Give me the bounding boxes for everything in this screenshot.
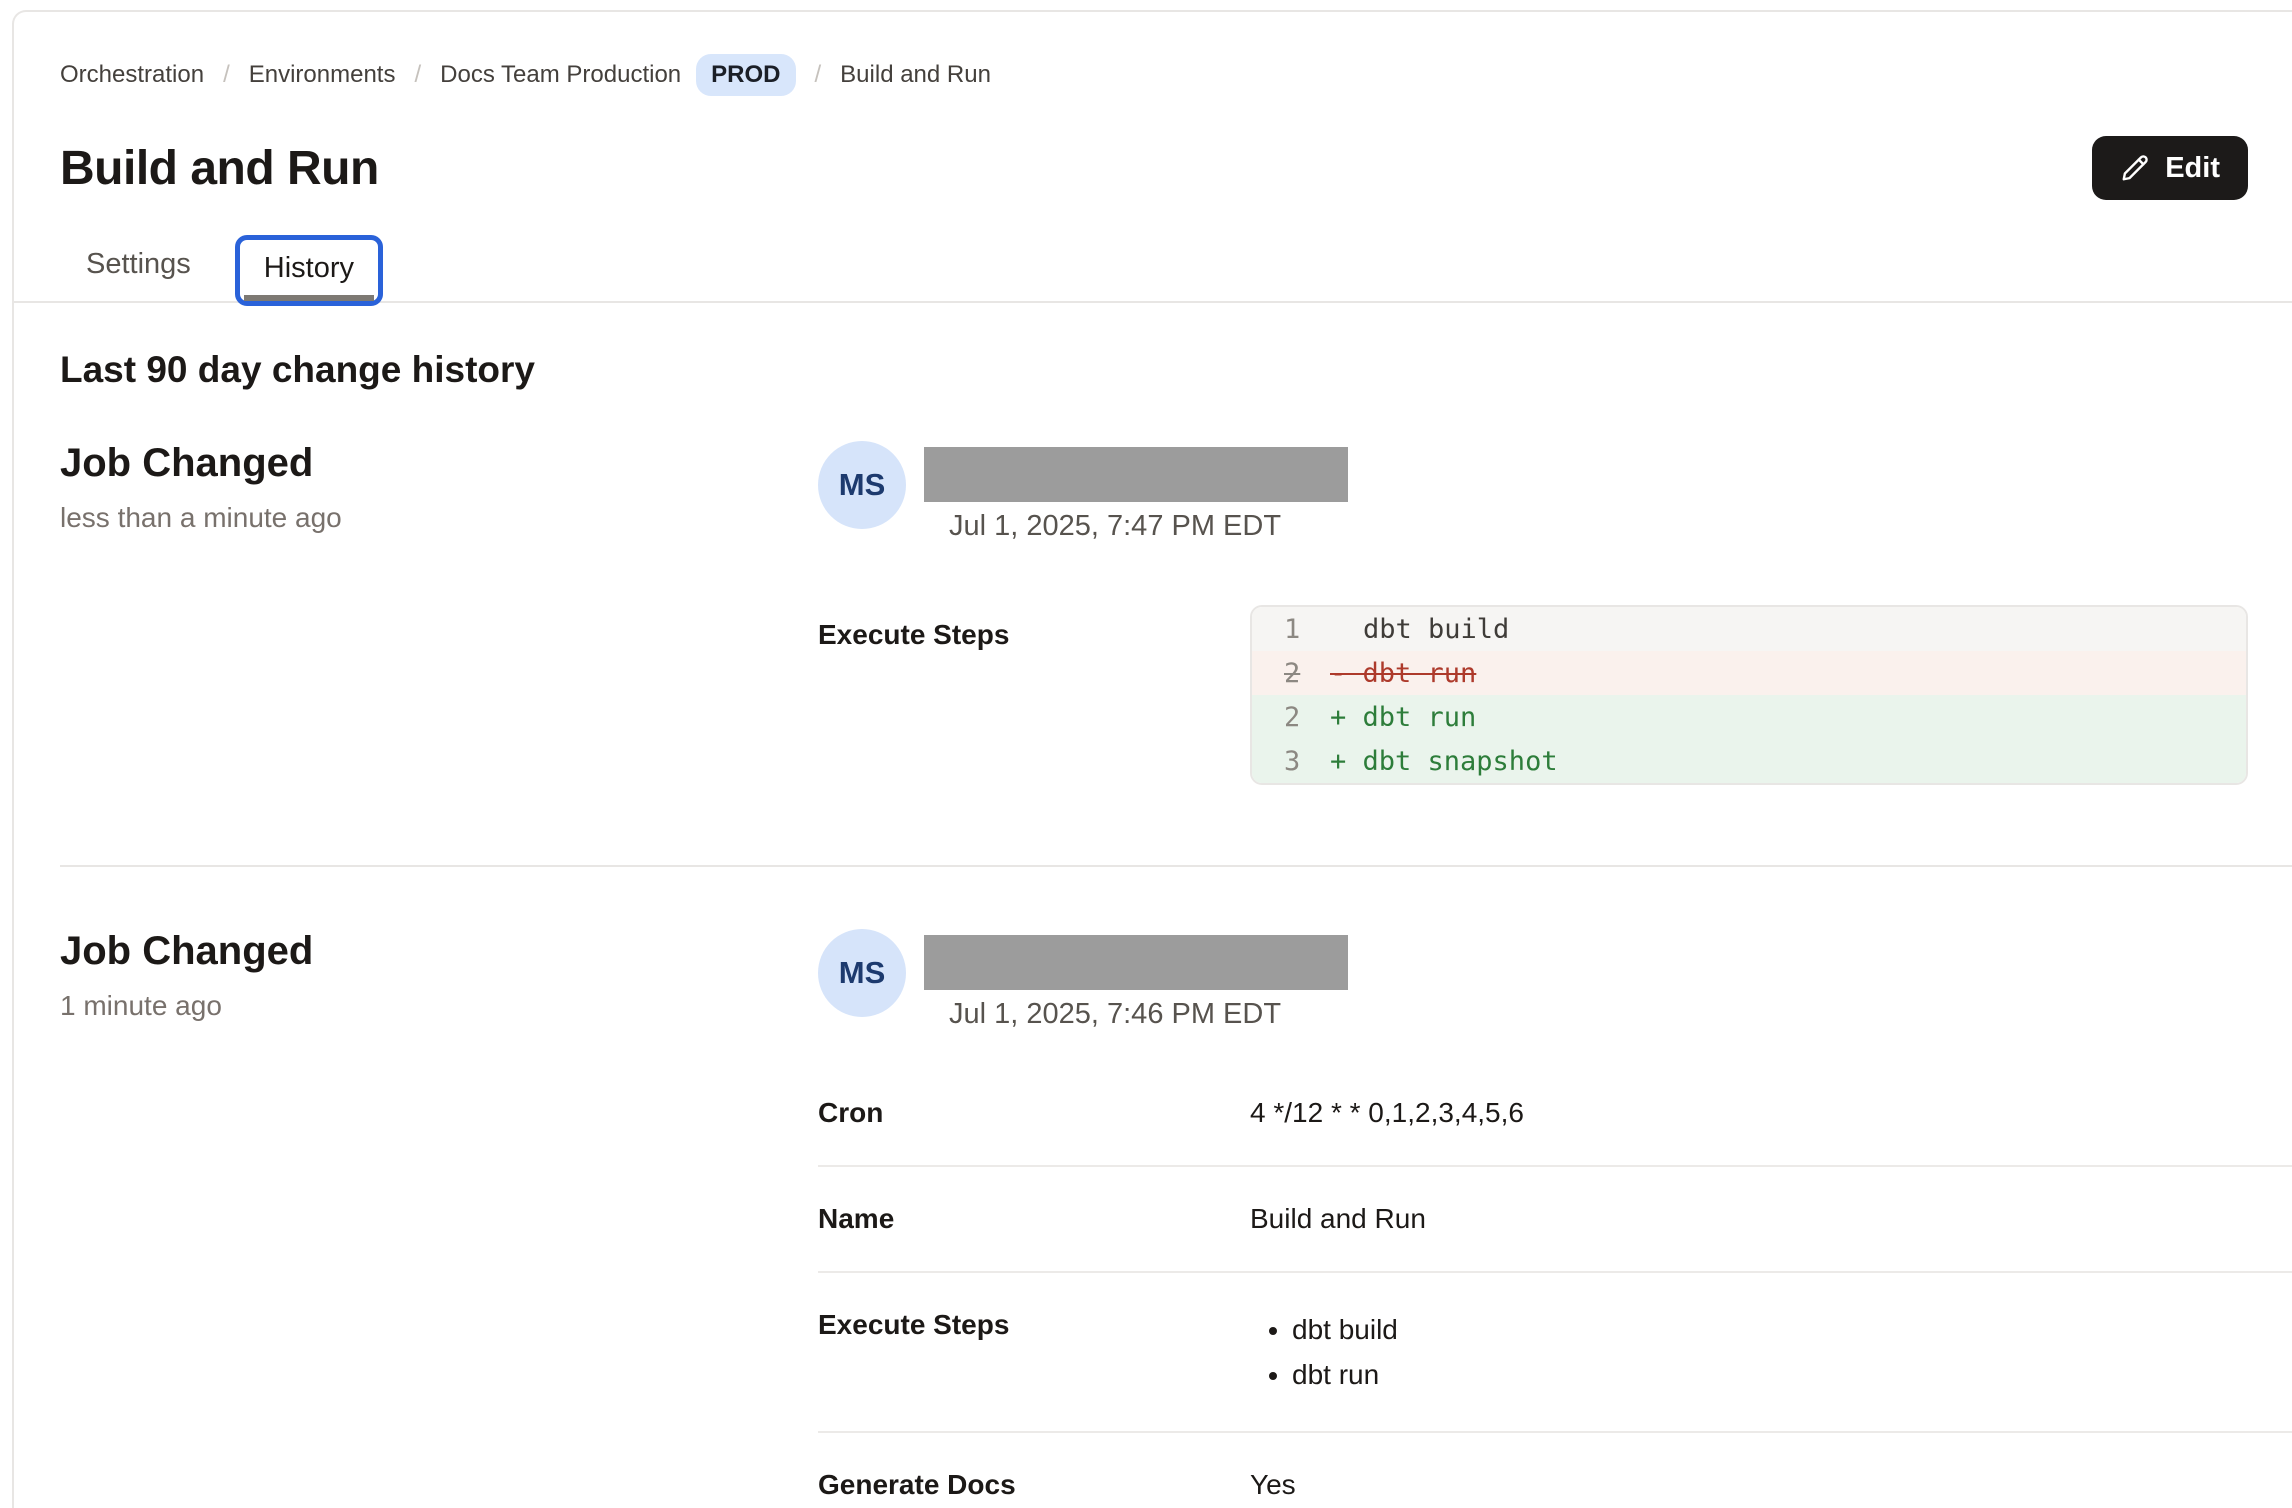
entry-body: MS Jul 1, 2025, 7:46 PM EDT Cron 4 */12 … bbox=[818, 929, 2248, 1508]
history-entry: Job Changed 1 minute ago MS Jul 1, 2025,… bbox=[60, 867, 2248, 1508]
history-entry: Job Changed less than a minute ago MS Ju… bbox=[60, 391, 2248, 785]
diff-line-added: 2 + dbt run bbox=[1252, 695, 2246, 739]
diff-line-text: dbt build bbox=[1330, 614, 1509, 645]
execute-steps-list: dbt build dbt run bbox=[1250, 1307, 2292, 1397]
avatar: MS bbox=[818, 441, 906, 529]
execute-steps-diff: 1 dbt build 2 - dbt run 2 + dbt run 3 + … bbox=[1250, 605, 2248, 785]
breadcrumb-separator: / bbox=[815, 61, 822, 89]
author-row: MS Jul 1, 2025, 7:46 PM EDT bbox=[818, 929, 2248, 1031]
main-panel: Orchestration / Environments / Docs Team… bbox=[12, 10, 2292, 1508]
section-heading: Last 90 day change history bbox=[60, 349, 2248, 391]
change-details: Cron 4 */12 * * 0,1,2,3,4,5,6 Name Build… bbox=[818, 1061, 2292, 1508]
detail-value: Build and Run bbox=[1250, 1201, 2292, 1237]
entry-relative-time: less than a minute ago bbox=[60, 502, 818, 534]
detail-value: 4 */12 * * 0,1,2,3,4,5,6 bbox=[1250, 1095, 2292, 1131]
changed-field-row: Execute Steps 1 dbt build 2 - dbt run 2 … bbox=[818, 605, 2248, 785]
redacted-username bbox=[924, 447, 1348, 502]
entry-relative-time: 1 minute ago bbox=[60, 990, 818, 1022]
diff-line-context: 1 dbt build bbox=[1252, 607, 2246, 651]
detail-row-generate-docs: Generate Docs Yes bbox=[818, 1433, 2292, 1508]
author-row: MS Jul 1, 2025, 7:47 PM EDT bbox=[818, 441, 2248, 543]
diff-line-number: 2 bbox=[1284, 702, 1330, 733]
diff-line-number: 1 bbox=[1284, 614, 1330, 645]
field-label: Execute Steps bbox=[818, 605, 1250, 785]
diff-line-number: 2 bbox=[1284, 658, 1330, 689]
tab-settings[interactable]: Settings bbox=[60, 232, 217, 301]
avatar: MS bbox=[818, 929, 906, 1017]
breadcrumb-environment-name[interactable]: Docs Team Production bbox=[440, 61, 681, 89]
breadcrumb-environments[interactable]: Environments bbox=[249, 61, 396, 89]
entry-timestamp: Jul 1, 2025, 7:47 PM EDT bbox=[949, 510, 1348, 543]
edit-button[interactable]: Edit bbox=[2092, 136, 2248, 200]
diff-line-removed: 2 - dbt run bbox=[1252, 651, 2246, 695]
execute-step-item: dbt build bbox=[1292, 1307, 2292, 1352]
breadcrumb-separator: / bbox=[414, 61, 421, 89]
diff-line-added: 3 + dbt snapshot bbox=[1252, 739, 2246, 783]
detail-label: Name bbox=[818, 1201, 1250, 1237]
detail-label: Generate Docs bbox=[818, 1467, 1250, 1503]
edit-button-label: Edit bbox=[2165, 152, 2220, 185]
title-row: Build and Run Edit bbox=[60, 136, 2248, 200]
author-info: Jul 1, 2025, 7:47 PM EDT bbox=[924, 441, 1348, 543]
breadcrumb-orchestration[interactable]: Orchestration bbox=[60, 61, 204, 89]
author-info: Jul 1, 2025, 7:46 PM EDT bbox=[924, 929, 1348, 1031]
diff-line-number: 3 bbox=[1284, 746, 1330, 777]
prod-badge: PROD bbox=[696, 54, 795, 96]
breadcrumb-separator: / bbox=[223, 61, 230, 89]
detail-row-cron: Cron 4 */12 * * 0,1,2,3,4,5,6 bbox=[818, 1061, 2292, 1167]
pencil-icon bbox=[2120, 153, 2150, 183]
detail-row-execute-steps: Execute Steps dbt build dbt run bbox=[818, 1273, 2292, 1433]
diff-line-text: - dbt run bbox=[1330, 658, 1476, 689]
execute-step-item: dbt run bbox=[1292, 1352, 2292, 1397]
entry-title: Job Changed bbox=[60, 929, 818, 974]
page-title: Build and Run bbox=[60, 141, 379, 196]
entry-meta: Job Changed 1 minute ago bbox=[60, 929, 818, 1508]
redacted-username bbox=[924, 935, 1348, 990]
entry-meta: Job Changed less than a minute ago bbox=[60, 441, 818, 785]
detail-value: Yes bbox=[1250, 1467, 2292, 1503]
breadcrumb-current-page: Build and Run bbox=[840, 61, 991, 89]
diff-line-text: + dbt run bbox=[1330, 702, 1476, 733]
entry-body: MS Jul 1, 2025, 7:47 PM EDT Execute Step… bbox=[818, 441, 2248, 785]
detail-label: Cron bbox=[818, 1095, 1250, 1131]
breadcrumb: Orchestration / Environments / Docs Team… bbox=[60, 54, 2248, 96]
tab-history[interactable]: History bbox=[235, 235, 383, 306]
entry-title: Job Changed bbox=[60, 441, 818, 486]
tab-bar: Settings History bbox=[12, 232, 2292, 303]
diff-line-text: + dbt snapshot bbox=[1330, 746, 1558, 777]
detail-row-name: Name Build and Run bbox=[818, 1167, 2292, 1273]
detail-label: Execute Steps bbox=[818, 1307, 1250, 1397]
entry-timestamp: Jul 1, 2025, 7:46 PM EDT bbox=[949, 998, 1348, 1031]
